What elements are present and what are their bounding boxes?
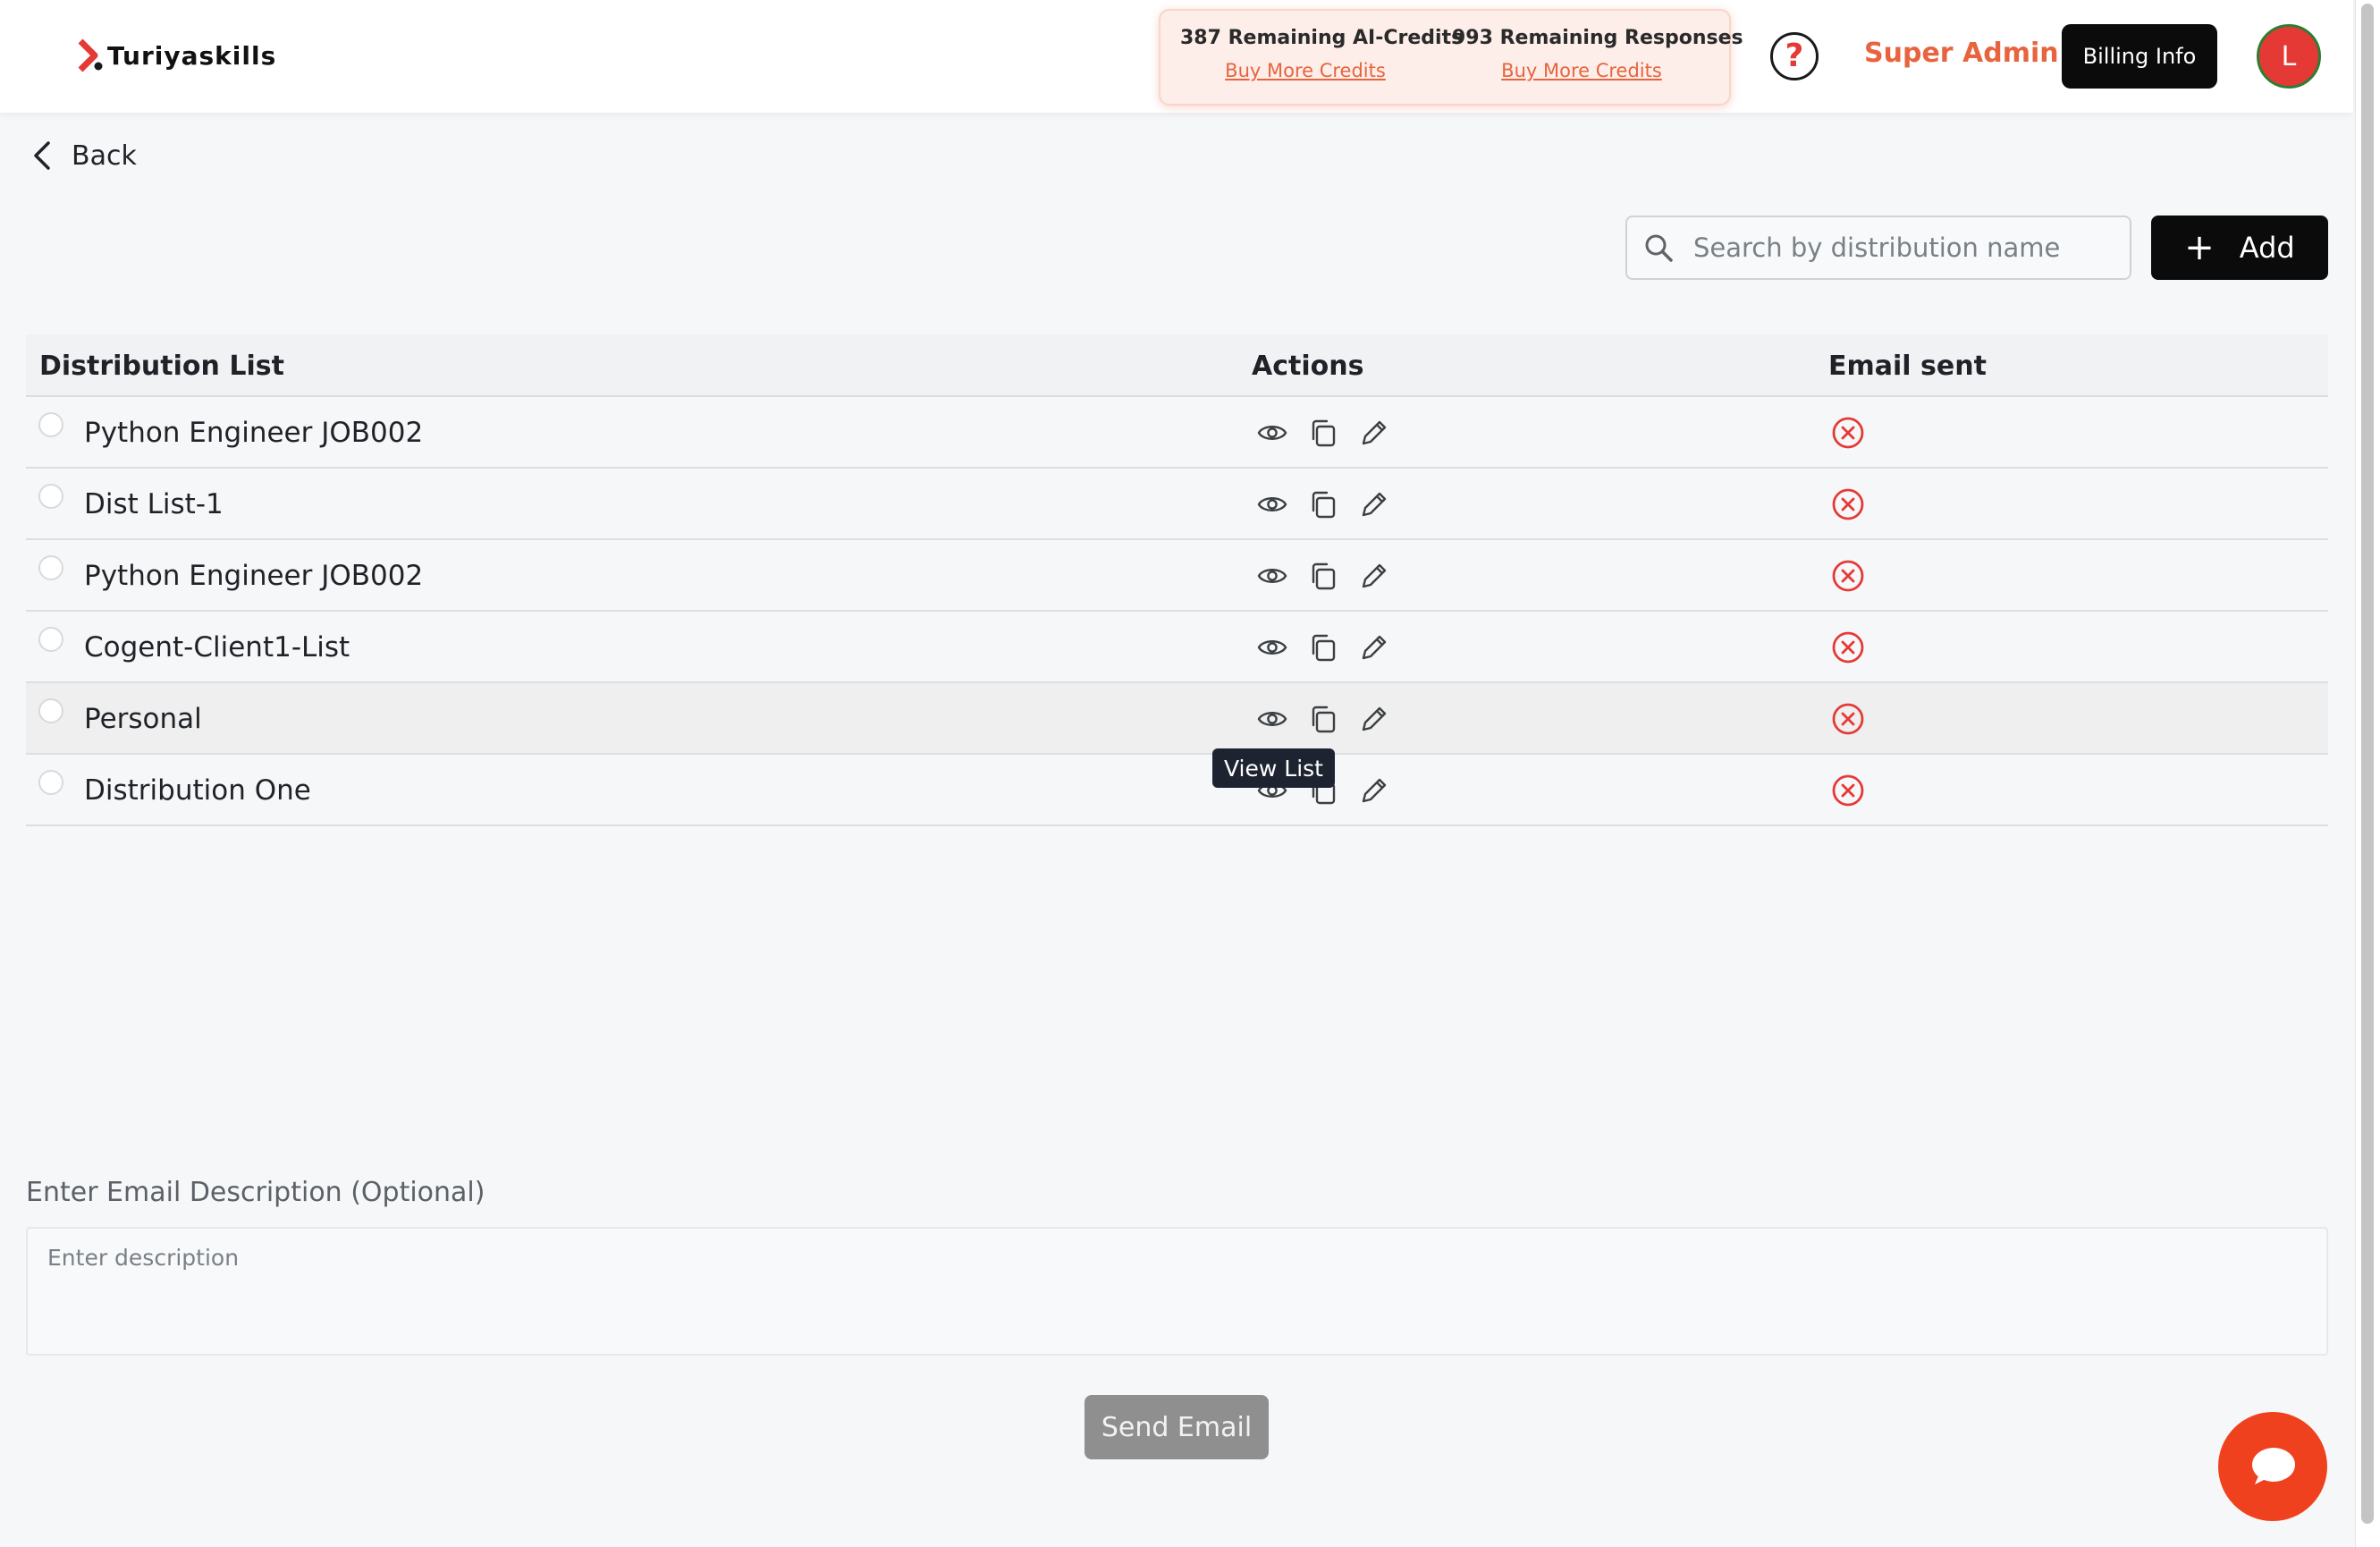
column-header-email-sent: Email sent [1828,351,1987,382]
view-list-icon[interactable] [1256,488,1288,520]
row-select-radio[interactable] [38,484,63,509]
row-select-radio[interactable] [38,627,63,652]
view-list-icon[interactable] [1256,417,1288,449]
row-select-radio[interactable] [38,770,63,795]
copy-icon[interactable] [1307,488,1339,520]
table-row[interactable]: Python Engineer JOB002 [26,540,2328,612]
chevron-left-icon [34,141,50,170]
send-email-button[interactable]: Send Email [1085,1395,1269,1459]
copy-icon[interactable] [1307,703,1339,735]
role-label[interactable]: Super Admin [1864,38,2059,69]
table-row[interactable]: Personal [26,683,2328,755]
ai-credits-block: 387 Remaining AI-Credits Buy More Credit… [1180,27,1464,81]
back-button[interactable]: Back [30,139,137,172]
responses-credits-text: 993 Remaining Responses [1452,27,1743,49]
chat-bubble-icon [2252,1448,2295,1484]
billing-info-button[interactable]: Billing Info [2062,24,2217,89]
edit-pencil-icon[interactable] [1358,488,1390,520]
view-list-icon[interactable] [1256,703,1288,735]
email-not-sent-icon [1830,558,1866,594]
email-not-sent-icon [1830,773,1866,808]
edit-pencil-icon[interactable] [1358,774,1390,807]
copy-icon[interactable] [1307,417,1339,449]
help-icon[interactable]: ? [1770,32,1819,80]
distribution-name: Personal [84,703,202,735]
search-box [1625,216,2131,280]
top-header: Turiyaskills 387 Remaining AI-Credits Bu… [0,0,2353,113]
search-input[interactable] [1693,232,2114,263]
scrollbar-thumb[interactable] [2361,4,2374,1524]
copy-icon[interactable] [1307,560,1339,592]
description-label: Enter Email Description (Optional) [26,1177,485,1208]
row-select-radio[interactable] [38,555,63,580]
plus-icon: + [2184,227,2215,268]
copy-icon[interactable] [1307,631,1339,664]
column-header-actions: Actions [1252,351,1364,382]
distribution-name: Distribution One [84,774,311,807]
view-list-icon[interactable] [1256,560,1288,592]
view-list-tooltip: View List [1212,748,1335,788]
edit-pencil-icon[interactable] [1358,703,1390,735]
responses-credits-block: 993 Remaining Responses Buy More Credits [1452,27,1743,81]
logo-text: Turiyaskills [107,40,277,71]
view-list-icon[interactable] [1256,631,1288,664]
table-row[interactable]: Dist List-1 [26,469,2328,540]
chat-button[interactable] [2218,1412,2327,1521]
ai-credits-text: 387 Remaining AI-Credits [1180,27,1464,49]
avatar[interactable]: L [2257,24,2321,89]
column-header-distribution-list: Distribution List [39,351,284,382]
table-body: Python Engineer JOB002 Dist List-1 Python … [26,397,2328,826]
search-icon [1645,234,1673,262]
buy-ai-credits-link[interactable]: Buy More Credits [1225,60,1386,81]
distribution-name: Python Engineer JOB002 [84,560,424,592]
row-select-radio[interactable] [38,698,63,723]
table-row[interactable]: Python Engineer JOB002 [26,397,2328,469]
row-select-radio[interactable] [38,412,63,437]
email-not-sent-icon [1830,415,1866,451]
email-not-sent-icon [1830,486,1866,522]
buy-response-credits-link[interactable]: Buy More Credits [1501,60,1662,81]
table-row[interactable]: Distribution One [26,755,2328,826]
edit-pencil-icon[interactable] [1358,560,1390,592]
credits-card: 387 Remaining AI-Credits Buy More Credit… [1159,9,1743,106]
edit-pencil-icon[interactable] [1358,631,1390,664]
distribution-name: Dist List-1 [84,488,224,520]
email-not-sent-icon [1830,701,1866,737]
back-label: Back [72,139,137,172]
description-input[interactable] [26,1227,2328,1356]
table-row[interactable]: Cogent-Client1-List [26,612,2328,683]
distribution-name: Cogent-Client1-List [84,631,350,664]
logo[interactable]: Turiyaskills [77,34,276,77]
logo-mark-icon [78,38,103,72]
distribution-name: Python Engineer JOB002 [84,417,424,449]
table-header: Distribution List Actions Email sent [26,334,2328,397]
email-not-sent-icon [1830,630,1866,665]
distribution-table: Distribution List Actions Email sent Pyt… [26,334,2328,826]
edit-pencil-icon[interactable] [1358,417,1390,449]
add-label: Add [2239,231,2295,265]
add-button[interactable]: + Add [2151,216,2328,280]
